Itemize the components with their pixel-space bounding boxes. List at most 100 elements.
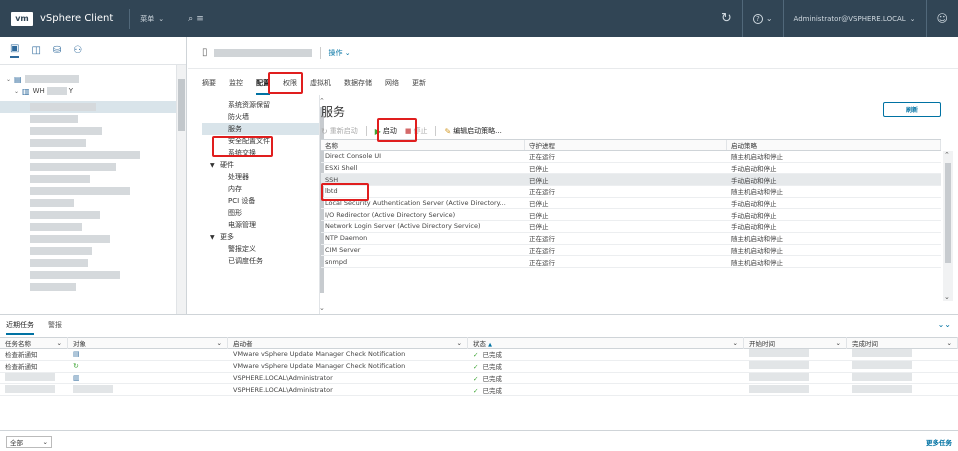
tree-item-vm[interactable]: [0, 125, 186, 137]
table-row[interactable]: Network Login Server (Active Directory S…: [321, 221, 941, 233]
tab-updates[interactable]: 更新: [412, 78, 426, 95]
tree-item-vm[interactable]: [0, 149, 186, 161]
tree-item-vm[interactable]: [0, 113, 186, 125]
services-table: 名称 守护进程 启动策略 Direct Console UI 正在运行 随主机启…: [321, 139, 941, 301]
tree-item-vm[interactable]: [0, 269, 186, 281]
tree-item-vm[interactable]: [0, 197, 186, 209]
table-row[interactable]: CIM Server 正在运行 随主机启动和停止: [321, 245, 941, 257]
table-row[interactable]: lbtd 正在运行 随主机启动和停止: [321, 186, 941, 198]
subnav-item-firewall[interactable]: 防火墙: [202, 111, 319, 123]
column-header-daemon[interactable]: 守护进程: [525, 140, 727, 150]
table-row-ssh[interactable]: SSH 已停止 手动启动和停止: [321, 174, 941, 187]
tree-item-vm[interactable]: [0, 173, 186, 185]
tree-item-vm[interactable]: [0, 281, 186, 293]
subnav-item-services[interactable]: 服务: [202, 123, 319, 135]
user-menu-button[interactable]: Administrator@VSPHERE.LOCAL ⌄: [782, 0, 926, 37]
tree-item-vm[interactable]: [0, 233, 186, 245]
tab-vms[interactable]: 虚拟机: [310, 78, 331, 95]
subnav-item-scheduled-tasks[interactable]: 已调度任务: [202, 255, 319, 267]
subnav-item-pci-devices[interactable]: PCI 设备: [202, 195, 319, 207]
collapse-icon[interactable]: ⌄⌄: [938, 320, 951, 329]
column-header-task-name[interactable]: 任务名称 ⌄: [0, 337, 68, 349]
subnav-item-processors[interactable]: 处理器: [202, 171, 319, 183]
tab-monitor[interactable]: 监控: [229, 78, 243, 95]
global-refresh-button[interactable]: ↻: [711, 0, 742, 37]
start-button[interactable]: ▶ 启动: [375, 126, 397, 136]
tab-configure[interactable]: 配置: [256, 78, 270, 95]
table-row[interactable]: 检查新通知 ▤ VMware vSphere Update Manager Ch…: [0, 349, 958, 361]
tree-item-vm[interactable]: [0, 209, 186, 221]
table-row[interactable]: Direct Console UI 正在运行 随主机启动和停止: [321, 151, 941, 163]
filter-icon[interactable]: ⌄: [947, 339, 952, 347]
column-header-start-time[interactable]: 开始时间 ⌄: [744, 337, 847, 349]
more-tasks-link[interactable]: 更多任务: [926, 437, 952, 447]
table-row[interactable]: ESXi Shell 已停止 手动启动和停止: [321, 163, 941, 175]
chevron-down-icon[interactable]: ⌄: [944, 293, 950, 301]
edit-startup-policy-button[interactable]: ✎ 编辑启动策略...: [444, 126, 501, 136]
hosts-clusters-icon[interactable]: ▣: [10, 43, 20, 58]
storage-icon[interactable]: ⛁: [53, 45, 61, 56]
tab-summary[interactable]: 摘要: [202, 78, 216, 95]
chevron-down-icon[interactable]: ⌄: [6, 76, 14, 83]
scrollbar-thumb[interactable]: [178, 79, 185, 131]
menu-button[interactable]: 菜单 ⌄: [140, 14, 164, 24]
subnav-item-alarm-definitions[interactable]: 警报定义: [202, 243, 319, 255]
table-row[interactable]: NTP Daemon 正在运行 随主机启动和停止: [321, 233, 941, 245]
filter-icon[interactable]: ⌄: [217, 339, 222, 347]
table-row[interactable]: ▥ VSPHERE.LOCAL\Administrator ✓ 已完成: [0, 372, 958, 385]
column-header-object[interactable]: 对象 ⌄: [68, 337, 228, 349]
search-button[interactable]: ⌕ ≡: [188, 14, 204, 24]
tab-networks[interactable]: 网络: [385, 78, 399, 95]
tree-item-vm[interactable]: [0, 221, 186, 233]
tree-item-vm[interactable]: [0, 101, 186, 113]
subnav-item-system-swap[interactable]: 系统交换: [202, 147, 319, 159]
chevron-down-icon[interactable]: ⌄: [14, 88, 22, 95]
tab-datastores[interactable]: 数据存储: [344, 78, 372, 95]
subnav-item-power-management[interactable]: 电源管理: [202, 219, 319, 231]
filter-icon[interactable]: ⌄: [836, 339, 841, 347]
table-row[interactable]: VSPHERE.LOCAL\Administrator ✓ 已完成: [0, 384, 958, 397]
tree-item-vcenter[interactable]: ⌄ ▤: [0, 73, 186, 85]
help-button[interactable]: ? ⌄: [741, 0, 783, 37]
inventory-scrollbar[interactable]: [176, 65, 186, 314]
stop-button[interactable]: ■ 停止: [405, 126, 428, 136]
vms-templates-icon[interactable]: ◫: [31, 45, 40, 56]
table-scrollbar[interactable]: ⌃ ⌄: [943, 151, 953, 301]
tab-permissions[interactable]: 权限: [283, 78, 297, 95]
subnav-group-more[interactable]: ▼ 更多: [202, 231, 319, 243]
actions-menu-button[interactable]: 操作 ⌄: [329, 48, 351, 58]
refresh-button[interactable]: 刷新: [883, 102, 941, 117]
column-header-completion-time[interactable]: 完成时间 ⌄: [847, 337, 958, 349]
networking-icon[interactable]: ⚇: [73, 45, 82, 56]
column-header-startup-policy[interactable]: 启动策略: [727, 140, 941, 150]
column-header-initiator[interactable]: 启动者 ⌄: [228, 337, 468, 349]
filter-icon[interactable]: ⌄: [457, 339, 462, 347]
scrollbar-thumb[interactable]: [945, 163, 951, 263]
tree-item-host[interactable]: ⌄ ▥ WH Y: [0, 85, 186, 97]
table-row[interactable]: snmpd 正在运行 随主机启动和停止: [321, 256, 941, 268]
table-row[interactable]: I/O Redirector (Active Directory Service…: [321, 209, 941, 222]
tree-item-vm[interactable]: [0, 161, 186, 173]
subnav-item-graphics[interactable]: 图形: [202, 207, 319, 219]
status-text: 已完成: [482, 386, 502, 395]
chevron-up-icon[interactable]: ⌃: [944, 151, 950, 159]
tab-alarms[interactable]: 警报: [48, 320, 62, 335]
feedback-button[interactable]: ☺: [925, 0, 958, 37]
filter-icon[interactable]: ⌄: [733, 339, 738, 347]
subnav-item-memory[interactable]: 内存: [202, 183, 319, 195]
subnav-item-system-resource-reservation[interactable]: 系统资源保留: [202, 99, 319, 111]
tree-item-vm[interactable]: [0, 257, 186, 269]
table-row[interactable]: Local Security Authentication Server (Ac…: [321, 198, 941, 210]
filter-icon[interactable]: ⌄: [57, 339, 62, 347]
tab-recent-tasks[interactable]: 近期任务: [6, 320, 34, 335]
subnav-group-hardware[interactable]: ▼ 硬件: [202, 159, 319, 171]
subnav-item-security-profile[interactable]: 安全配置文件: [202, 135, 319, 147]
column-header-status[interactable]: 状态 ▲ ⌄: [468, 337, 744, 349]
tree-item-vm[interactable]: [0, 137, 186, 149]
tree-item-vm[interactable]: [0, 185, 186, 197]
restart-button[interactable]: ↻ 重新启动: [321, 126, 358, 136]
task-filter-select[interactable]: 全部 ⌄: [6, 435, 52, 448]
tree-item-vm[interactable]: [0, 245, 186, 257]
table-row[interactable]: 检查新通知 ↻ VMware vSphere Update Manager Ch…: [0, 361, 958, 373]
column-header-name[interactable]: 名称: [321, 140, 525, 150]
